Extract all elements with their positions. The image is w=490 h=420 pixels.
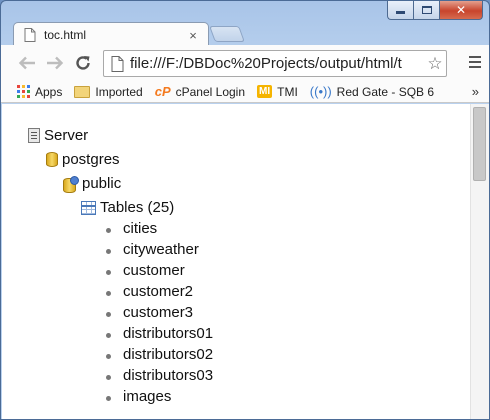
bookmark-label: Red Gate - SQB 6 xyxy=(336,84,435,99)
database-icon xyxy=(46,152,58,167)
toolbar: file:///F:/DBDoc%20Projects/output/html/… xyxy=(1,45,489,81)
address-bar[interactable]: file:///F:/DBDoc%20Projects/output/html/… xyxy=(103,50,447,77)
schema-icon xyxy=(63,176,79,193)
table-link[interactable]: distributors03 xyxy=(123,367,213,384)
mi-icon: MI xyxy=(257,85,273,98)
table-link[interactable]: cityweather xyxy=(123,241,199,258)
bookmark-redgate[interactable]: ((•)) Red Gate - SQB 6 xyxy=(310,84,434,99)
reload-icon xyxy=(76,56,90,70)
bullet-icon xyxy=(106,333,111,338)
apps-grid-icon xyxy=(17,85,30,98)
bullet-icon xyxy=(106,312,111,317)
bookmark-imported[interactable]: Imported xyxy=(74,84,143,99)
table-link[interactable]: cities xyxy=(123,220,157,237)
bookmark-label: Imported xyxy=(95,84,143,99)
back-arrow-icon xyxy=(18,56,35,70)
scrollbar-thumb[interactable] xyxy=(473,107,486,181)
bullet-icon xyxy=(106,270,111,275)
tree-label-database: postgres xyxy=(62,151,120,168)
new-tab-button[interactable] xyxy=(209,26,245,42)
tree-label-schema: public xyxy=(82,175,122,192)
bullet-icon xyxy=(106,291,111,296)
bullet-icon xyxy=(106,228,111,233)
table-link[interactable]: customer2 xyxy=(123,283,193,300)
bullet-icon xyxy=(106,396,111,401)
folder-icon xyxy=(74,85,91,98)
bookmark-tmi[interactable]: MI TMI xyxy=(257,85,298,99)
tree-node-tables[interactable]: Tables (25) xyxy=(81,199,174,216)
url-text: file:///F:/DBDoc%20Projects/output/html/… xyxy=(130,55,402,72)
bullet-icon xyxy=(106,249,111,254)
forward-button[interactable] xyxy=(41,49,69,77)
forward-arrow-icon xyxy=(47,56,64,70)
menu-button[interactable] xyxy=(469,56,481,71)
page-icon xyxy=(24,28,36,42)
bullet-icon xyxy=(106,354,111,359)
table-link[interactable]: customer xyxy=(123,262,185,279)
maximize-icon xyxy=(421,6,432,14)
tab-close-icon[interactable]: × xyxy=(184,28,202,43)
close-icon: ✕ xyxy=(455,3,467,17)
tree-label-server: Server xyxy=(44,127,89,144)
bookmark-cpanel[interactable]: cP cPanel Login xyxy=(155,84,245,99)
bookmark-apps[interactable]: Apps xyxy=(1,85,62,99)
bookmarks-overflow-chevron-icon[interactable]: » xyxy=(472,84,479,99)
table-icon xyxy=(81,200,96,215)
minimize-icon xyxy=(396,10,405,14)
bookmarks-bar: Apps Imported cP cPanel Login MI TMI ((•… xyxy=(1,81,489,103)
table-link[interactable]: distributors01 xyxy=(123,325,213,342)
tab-strip: toc.html × xyxy=(1,17,489,47)
bookmark-label: cPanel Login xyxy=(175,84,246,99)
bookmark-label: TMI xyxy=(277,84,298,99)
tree-node-server[interactable]: Server xyxy=(28,127,88,144)
tree-node-database[interactable]: postgres xyxy=(46,151,120,168)
reload-button[interactable] xyxy=(69,49,97,77)
tree-node-schema[interactable]: public xyxy=(63,175,122,193)
table-link[interactable]: images xyxy=(123,388,171,405)
bookmark-label: Apps xyxy=(35,84,63,99)
tree-label-tables: Tables (25) xyxy=(100,199,175,216)
browser-window: ✕ toc.html × file:///F:/DBDoc%20Projects… xyxy=(0,0,490,420)
back-button[interactable] xyxy=(13,49,41,77)
tab-title: toc.html xyxy=(44,28,87,42)
bookmark-star-icon[interactable]: ☆ xyxy=(424,54,446,74)
broadcast-icon: ((•)) xyxy=(309,84,332,99)
page-content: Server postgres public Tables (25) citie… xyxy=(2,104,470,419)
page-icon xyxy=(111,55,124,72)
vertical-scrollbar[interactable] xyxy=(470,104,489,419)
table-link[interactable]: distributors02 xyxy=(123,346,213,363)
tab-toc[interactable]: toc.html × xyxy=(13,22,209,47)
bullet-icon xyxy=(106,375,111,380)
table-link[interactable]: customer3 xyxy=(123,304,193,321)
cpanel-icon: cP xyxy=(154,84,171,99)
server-icon xyxy=(28,128,40,143)
